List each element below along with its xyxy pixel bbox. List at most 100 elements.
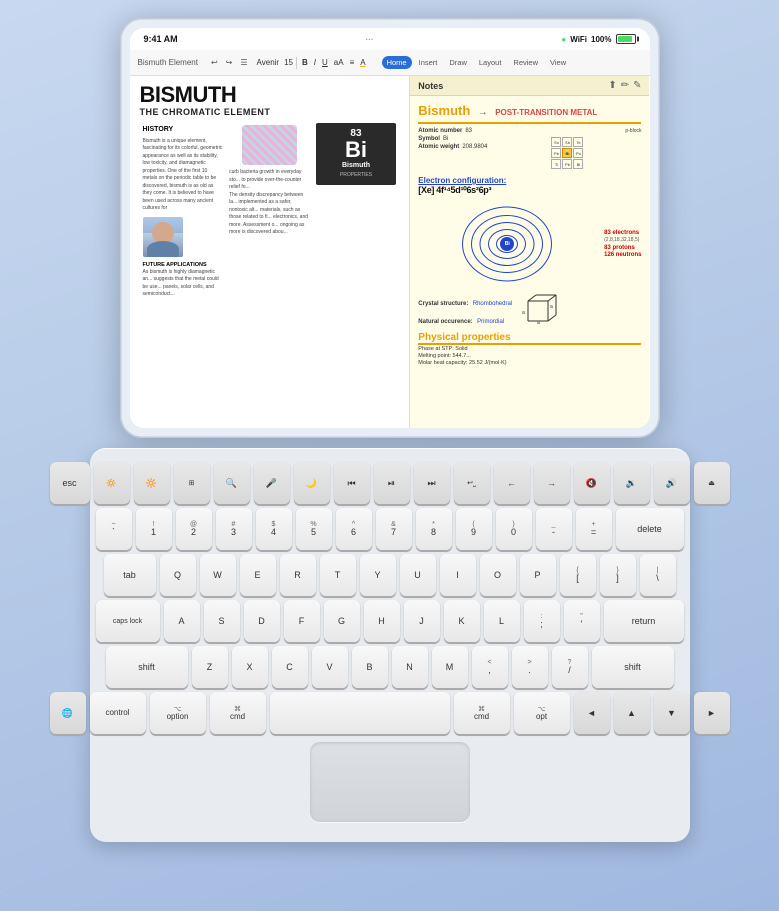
key-vol-up[interactable]: 🔊 xyxy=(654,462,690,504)
key-t[interactable]: T xyxy=(320,554,356,596)
bold-button[interactable]: B xyxy=(300,57,310,68)
key-backtick[interactable]: ~` xyxy=(96,508,132,550)
key-q[interactable]: Q xyxy=(160,554,196,596)
key-return[interactable]: return xyxy=(604,600,684,642)
key-0[interactable]: )0 xyxy=(496,508,532,550)
share-icon[interactable]: ⬆ xyxy=(608,80,616,91)
key-skip[interactable]: ↩⎵ xyxy=(454,462,490,504)
key-brightness-down[interactable]: 🔅 xyxy=(94,462,130,504)
key-5[interactable]: %5 xyxy=(296,508,332,550)
key-j[interactable]: J xyxy=(404,600,440,642)
key-lshift[interactable]: shift xyxy=(106,646,188,688)
key-space[interactable] xyxy=(270,692,450,734)
key-left[interactable]: ◄ xyxy=(574,692,610,734)
key-l[interactable]: L xyxy=(484,600,520,642)
key-g[interactable]: G xyxy=(324,600,360,642)
key-lcmd[interactable]: ⌘cmd xyxy=(210,692,266,734)
key-backslash[interactable]: |\ xyxy=(640,554,676,596)
key-w[interactable]: W xyxy=(200,554,236,596)
key-3[interactable]: #3 xyxy=(216,508,252,550)
font-size[interactable]: 15 xyxy=(284,58,293,67)
italic-button[interactable]: I xyxy=(312,57,318,68)
key-o[interactable]: O xyxy=(480,554,516,596)
key-globe[interactable]: 🌐 xyxy=(50,692,86,734)
key-y[interactable]: Y xyxy=(360,554,396,596)
key-play[interactable]: ⏯ xyxy=(374,462,410,504)
key-x[interactable]: X xyxy=(232,646,268,688)
tab-view[interactable]: View xyxy=(545,56,571,69)
tab-home[interactable]: Home xyxy=(382,56,412,69)
key-b[interactable]: B xyxy=(352,646,388,688)
key-vol-down[interactable]: 🔉 xyxy=(614,462,650,504)
key-rcmd[interactable]: ⌘cmd xyxy=(454,692,510,734)
key-e[interactable]: E xyxy=(240,554,276,596)
key-lock[interactable]: ⏏ xyxy=(694,462,730,504)
key-a[interactable]: A xyxy=(164,600,200,642)
key-capslock[interactable]: caps lock xyxy=(96,600,160,642)
key-9[interactable]: (9 xyxy=(456,508,492,550)
key-p[interactable]: P xyxy=(520,554,556,596)
key-quote[interactable]: "' xyxy=(564,600,600,642)
format-button[interactable]: ☰ xyxy=(237,57,250,68)
key-dnd[interactable]: 🌙 xyxy=(294,462,330,504)
key-n[interactable]: N xyxy=(392,646,428,688)
underline-button[interactable]: U xyxy=(320,57,330,68)
key-search[interactable]: 🔍 xyxy=(214,462,250,504)
key-right[interactable]: ► xyxy=(694,692,730,734)
key-k[interactable]: K xyxy=(444,600,480,642)
key-mute[interactable]: 🔇 xyxy=(574,462,610,504)
key-equals[interactable]: += xyxy=(576,508,612,550)
key-option[interactable]: ⌥option xyxy=(150,692,206,734)
key-comma[interactable]: <, xyxy=(472,646,508,688)
key-2[interactable]: @2 xyxy=(176,508,212,550)
key-delete[interactable]: delete xyxy=(616,508,684,550)
font-name[interactable]: Avenir xyxy=(257,58,280,67)
key-period[interactable]: >. xyxy=(512,646,548,688)
key-rshift[interactable]: shift xyxy=(592,646,674,688)
key-esc[interactable]: esc xyxy=(50,462,90,504)
tab-draw[interactable]: Draw xyxy=(444,56,472,69)
key-c[interactable]: C xyxy=(272,646,308,688)
key-dictation[interactable]: 🎤 xyxy=(254,462,290,504)
key-mission-control[interactable]: ⊞ xyxy=(174,462,210,504)
compose-icon[interactable]: ✎ xyxy=(633,80,641,91)
tab-layout[interactable]: Layout xyxy=(474,56,507,69)
key-8[interactable]: *8 xyxy=(416,508,452,550)
key-s[interactable]: S xyxy=(204,600,240,642)
key-i[interactable]: I xyxy=(440,554,476,596)
redo-button[interactable]: ↪ xyxy=(223,57,236,68)
key-u[interactable]: U xyxy=(400,554,436,596)
key-z[interactable]: Z xyxy=(192,646,228,688)
key-lbracket[interactable]: {[ xyxy=(560,554,596,596)
key-1[interactable]: !1 xyxy=(136,508,172,550)
key-v[interactable]: V xyxy=(312,646,348,688)
key-up[interactable]: ▲ xyxy=(614,692,650,734)
key-m[interactable]: M xyxy=(432,646,468,688)
key-d[interactable]: D xyxy=(244,600,280,642)
key-7[interactable]: &7 xyxy=(376,508,412,550)
trackpad[interactable] xyxy=(310,742,470,822)
key-brightness-up[interactable]: 🔆 xyxy=(134,462,170,504)
key-slash[interactable]: ?/ xyxy=(552,646,588,688)
key-f[interactable]: F xyxy=(284,600,320,642)
key-down[interactable]: ▼ xyxy=(654,692,690,734)
key-ropt[interactable]: ⌥opt xyxy=(514,692,570,734)
text-size-button[interactable]: aA xyxy=(332,57,346,68)
key-6[interactable]: ^6 xyxy=(336,508,372,550)
key-minus[interactable]: _- xyxy=(536,508,572,550)
key-r[interactable]: R xyxy=(280,554,316,596)
tab-insert[interactable]: Insert xyxy=(414,56,443,69)
key-ffwd[interactable]: ⏭ xyxy=(414,462,450,504)
align-button[interactable]: ≡ xyxy=(348,57,357,68)
tab-review[interactable]: Review xyxy=(508,56,543,69)
key-h[interactable]: H xyxy=(364,600,400,642)
key-semicolon[interactable]: :; xyxy=(524,600,560,642)
key-rbracket[interactable]: }] xyxy=(600,554,636,596)
key-control[interactable]: control xyxy=(90,692,146,734)
key-back[interactable]: ← xyxy=(494,462,530,504)
pencil-icon[interactable]: ✏ xyxy=(621,80,629,91)
key-fwd[interactable]: → xyxy=(534,462,570,504)
key-tab[interactable]: tab xyxy=(104,554,156,596)
key-4[interactable]: $4 xyxy=(256,508,292,550)
undo-button[interactable]: ↩ xyxy=(208,57,221,68)
